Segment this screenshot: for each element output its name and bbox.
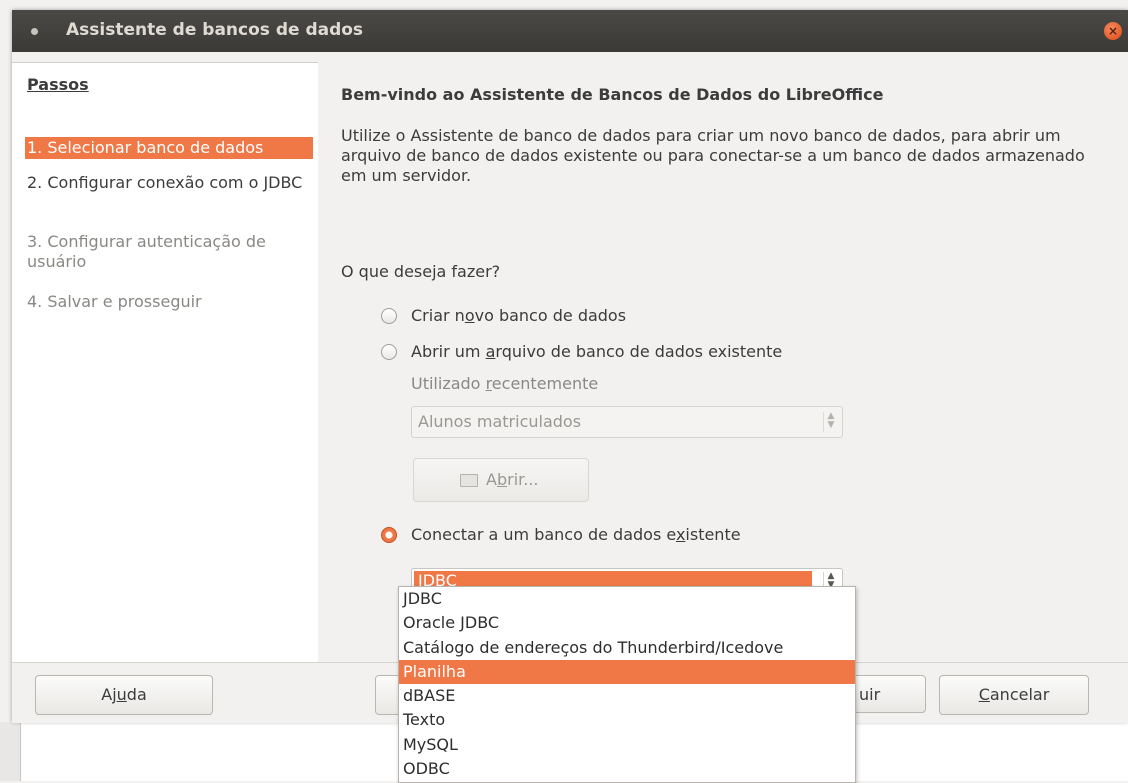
help-button[interactable]: Ajuda xyxy=(35,675,213,715)
dropdown-option-jdbc[interactable]: JDBC xyxy=(399,587,855,611)
step-select-database[interactable]: 1. Selecionar banco de dados xyxy=(25,137,313,159)
dropdown-option-odbc[interactable]: ODBC xyxy=(399,757,855,781)
desktop-edge xyxy=(0,722,21,781)
question-label: O que deseja fazer? xyxy=(341,262,501,281)
dropdown-option-mysql[interactable]: MySQL xyxy=(399,733,855,757)
folder-icon xyxy=(460,474,478,487)
open-button-label: Abrir... xyxy=(486,470,539,489)
steps-divider xyxy=(12,62,318,63)
dropdown-option-dbase[interactable]: dBASE xyxy=(399,684,855,708)
window-menu-dot-icon[interactable] xyxy=(31,28,38,35)
open-button: Abrir... xyxy=(413,458,589,502)
dropdown-option-planilha[interactable]: Planilha xyxy=(399,659,855,685)
dropdown-option-texto[interactable]: Texto xyxy=(399,708,855,732)
radio-circle-icon[interactable] xyxy=(381,308,397,324)
window-title: Assistente de bancos de dados xyxy=(66,20,364,40)
radio-circle-icon[interactable] xyxy=(381,344,397,360)
radio-open-existing-label: Abrir um arquivo de banco de dados exist… xyxy=(411,342,783,361)
intro-text: Utilize o Assistente de banco de dados p… xyxy=(341,126,1085,185)
spinner-arrows-icon: ▲ ▼ xyxy=(823,412,838,432)
steps-header: Passos xyxy=(27,75,89,94)
recent-label: Utilizado recentemente xyxy=(411,374,599,393)
radio-connect-existing-label: Conectar a um banco de dados existente xyxy=(411,525,741,544)
step-configure-authentication: 3. Configurar autenticação de usuário xyxy=(27,232,266,271)
step-save-proceed: 4. Salvar e prosseguir xyxy=(27,292,202,311)
main-panel: Bem-vindo ao Assistente de Bancos de Dad… xyxy=(319,62,1128,662)
cancel-button[interactable]: Cancelar xyxy=(939,675,1089,715)
page-title: Bem-vindo ao Assistente de Bancos de Dad… xyxy=(341,85,884,104)
connection-type-dropdown-list[interactable]: JDBC Oracle JDBC Catálogo de endereços d… xyxy=(398,586,856,783)
recent-files-combo: Alunos matriculados ▲ ▼ xyxy=(411,406,843,438)
step-configure-connection[interactable]: 2. Configurar conexão com o JDBC xyxy=(27,173,311,193)
steps-panel: Passos 1. Selecionar banco de dados 2. C… xyxy=(12,62,318,662)
close-icon[interactable]: × xyxy=(1104,22,1122,40)
recent-files-value: Alunos matriculados xyxy=(418,412,582,431)
radio-create-new-label: Criar novo banco de dados xyxy=(411,306,627,325)
dropdown-option-thunderbird[interactable]: Catálogo de endereços do Thunderbird/Ice… xyxy=(399,636,855,660)
radio-selected-icon[interactable] xyxy=(381,527,397,543)
dropdown-option-oracle-jdbc[interactable]: Oracle JDBC xyxy=(399,611,855,635)
titlebar[interactable]: Assistente de bancos de dados × xyxy=(12,10,1128,52)
